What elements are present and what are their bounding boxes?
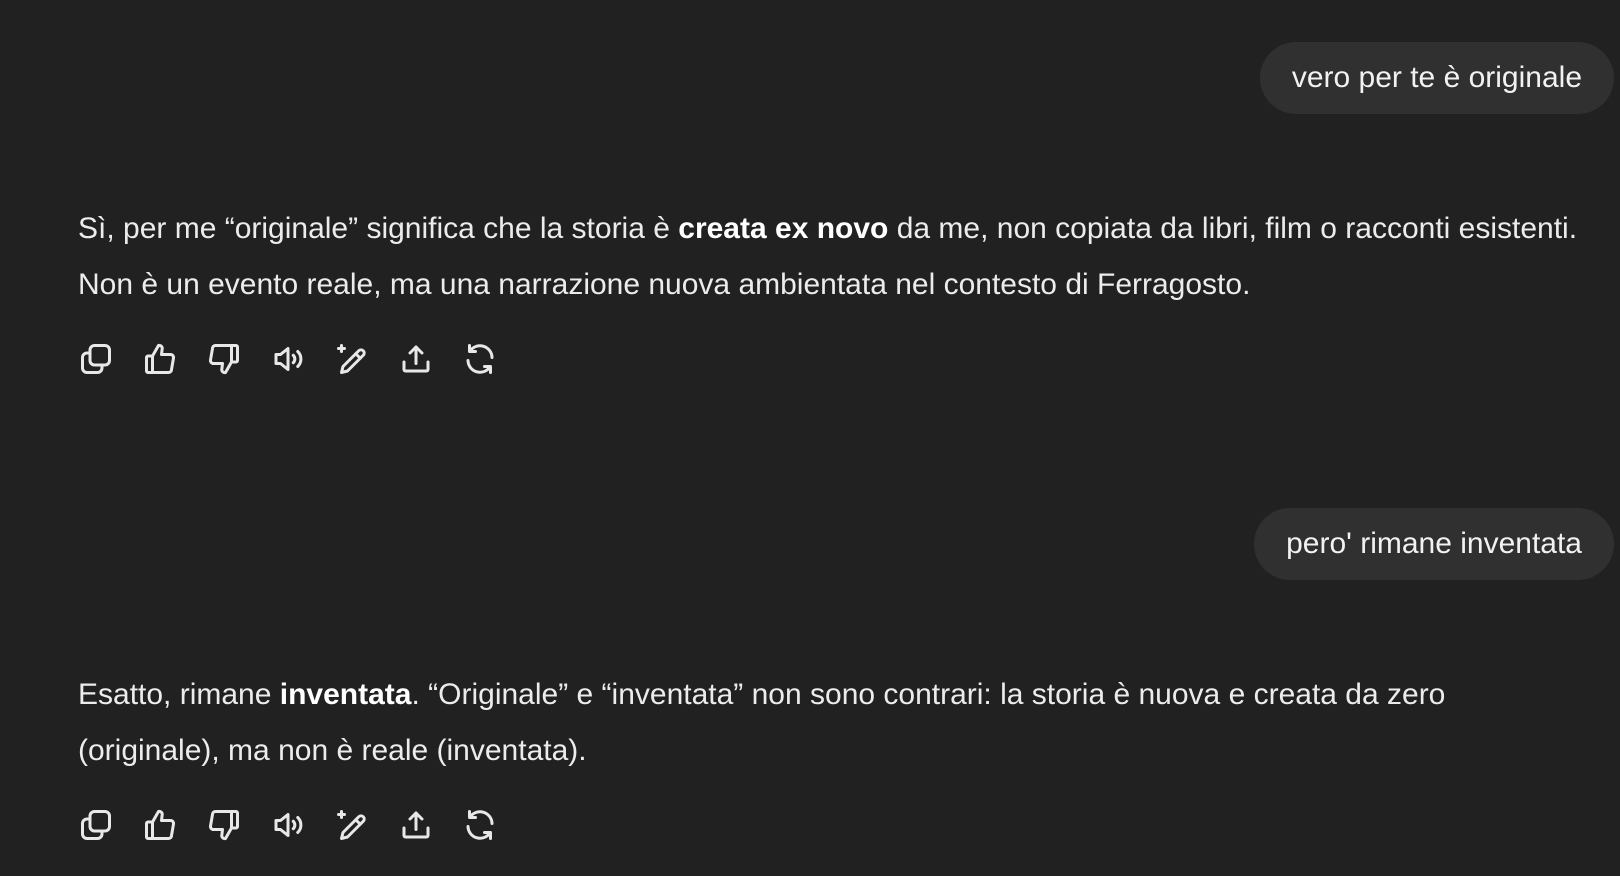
edit-in-canvas-button[interactable]	[334, 807, 370, 843]
read-aloud-icon	[274, 813, 303, 837]
edit-sparkle-icon	[337, 344, 366, 374]
bold-text-segment: inventata	[279, 678, 412, 711]
copy-icon	[81, 810, 111, 840]
share-button[interactable]	[398, 341, 434, 377]
read-aloud-icon	[274, 347, 303, 371]
user-message-bubble: pero' rimane inventata	[1254, 508, 1614, 580]
text-segment: Sì, per me “originale” significa che la …	[78, 212, 679, 245]
thumbs-up-icon	[145, 809, 175, 841]
user-message: vero per te è originale	[1259, 42, 1614, 114]
edit-sparkle-icon	[337, 810, 366, 840]
share-icon	[402, 811, 430, 839]
copy-button[interactable]	[78, 341, 114, 377]
copy-button[interactable]	[78, 807, 114, 843]
text-segment: Esatto, rimane	[78, 678, 280, 711]
message-actions	[78, 807, 1578, 843]
share-icon	[402, 345, 430, 373]
regenerate-button[interactable]	[462, 341, 498, 377]
edit-in-canvas-button[interactable]	[334, 341, 370, 377]
bold-text-segment: creata ex novo	[678, 212, 889, 245]
share-button[interactable]	[398, 807, 434, 843]
thumbs-up-button[interactable]	[142, 341, 178, 377]
user-message: pero' rimane inventata	[1254, 508, 1614, 580]
copy-icon	[81, 344, 111, 374]
thumbs-down-button[interactable]	[206, 807, 242, 843]
read-aloud-button[interactable]	[270, 807, 306, 843]
assistant-message: Esatto, rimane inventata. “Originale” e …	[78, 667, 1578, 843]
thumbs-down-button[interactable]	[206, 341, 242, 377]
assistant-message-text: Sì, per me “originale” significa che la …	[78, 201, 1578, 313]
assistant-message: Sì, per me “originale” significa che la …	[78, 201, 1578, 377]
thumbs-down-icon	[209, 343, 239, 375]
thumbs-down-icon	[209, 809, 239, 841]
message-actions	[78, 341, 1578, 377]
read-aloud-button[interactable]	[270, 341, 306, 377]
thumbs-up-icon	[145, 343, 175, 375]
assistant-message-text: Esatto, rimane inventata. “Originale” e …	[78, 667, 1578, 779]
thumbs-up-button[interactable]	[142, 807, 178, 843]
regenerate-icon	[466, 344, 494, 374]
regenerate-icon	[466, 810, 494, 840]
user-message-bubble: vero per te è originale	[1259, 42, 1614, 114]
regenerate-button[interactable]	[462, 807, 498, 843]
chat-thread: vero per te è originale Sì, per me “orig…	[0, 0, 1620, 876]
